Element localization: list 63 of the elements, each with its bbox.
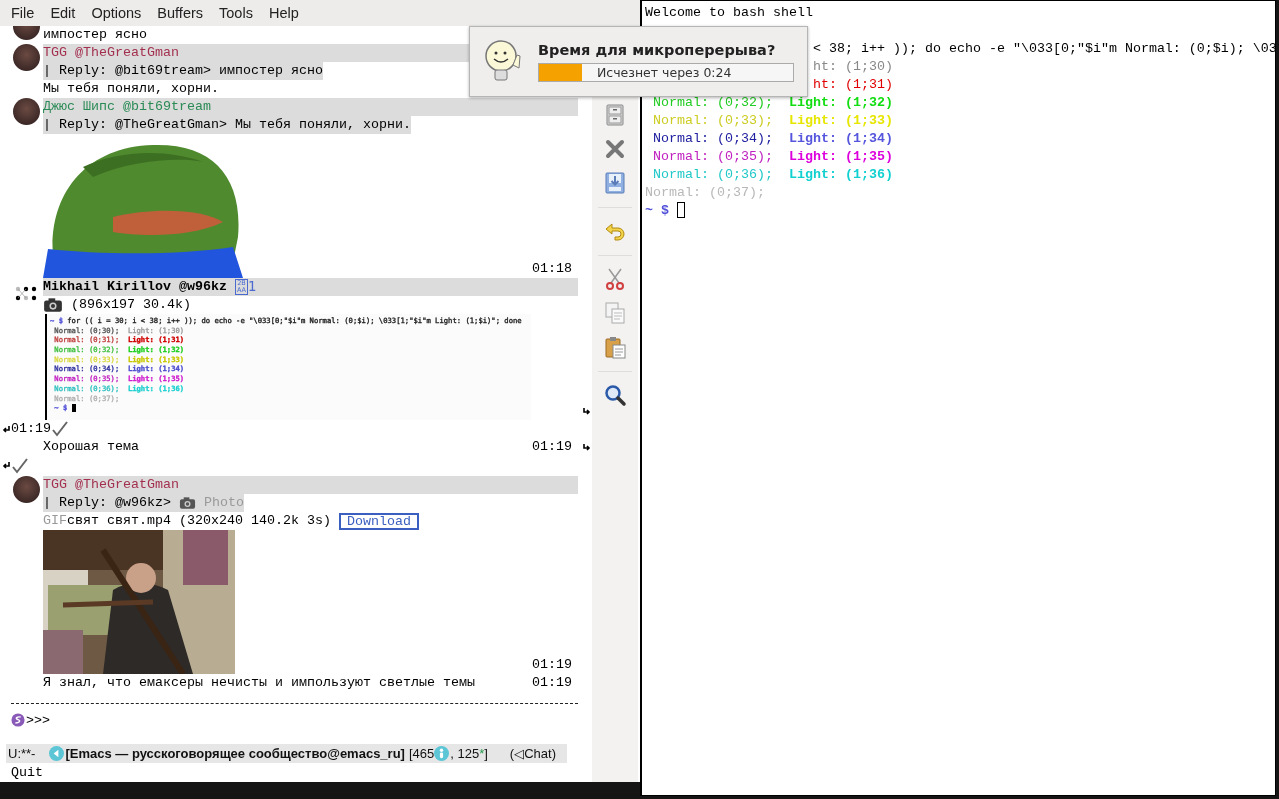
terminal-text: ht: (1;31) xyxy=(812,76,893,94)
message-time: 01:19 xyxy=(11,420,51,438)
terminal-text: Normal: (0;33); xyxy=(653,112,773,130)
menu-item[interactable]: Tools xyxy=(219,5,253,21)
check-icon xyxy=(12,458,28,474)
terminal-text: Normal: (0;34); xyxy=(653,130,773,148)
terminal-text: Welcome to bash shell xyxy=(645,4,813,22)
terminal-text: Normal: (0;35); xyxy=(653,148,773,166)
cabinet-icon[interactable] xyxy=(603,103,627,127)
terminal-text: Light: (1;32) xyxy=(788,94,893,112)
echo-message: Quit xyxy=(10,764,44,782)
shell-prompt: ~ $ xyxy=(645,202,669,220)
menu-item[interactable]: Options xyxy=(91,5,142,21)
message-text: Мы тебя поняли, хорни. xyxy=(43,80,219,98)
close-icon[interactable] xyxy=(603,137,627,161)
check-icon xyxy=(52,421,68,437)
terminal-text: Light: (1;36) xyxy=(788,166,893,184)
count-bracket: ] xyxy=(484,746,488,761)
unread-count: [465 xyxy=(408,746,435,761)
paste-icon[interactable] xyxy=(603,335,627,359)
popup-title: Время для микроперерыва? xyxy=(538,41,777,58)
media-label: Photo xyxy=(204,494,244,512)
sender-name: TGG @TheGreatGman xyxy=(43,476,179,494)
camera-icon xyxy=(179,496,196,510)
terminal-text: Normal: (0;37); xyxy=(645,184,765,202)
countdown-text: Исчезнет через 0:24 xyxy=(597,63,732,81)
attachment-info: (896x197 30.4k) xyxy=(71,296,191,314)
message-time: 01:19 xyxy=(532,674,572,692)
message-time: 01:19 xyxy=(532,438,572,456)
file-type: GIF xyxy=(43,512,67,530)
menu-item[interactable]: Buffers xyxy=(157,5,204,21)
sender-name: Mikhail Kirillov @w96kz xyxy=(43,278,227,296)
message-time: 01:19 xyxy=(532,656,572,674)
message-text: Я знал, что емаксеры нечисты и импользуют светлые темы xyxy=(43,674,475,692)
buffer-state: U:**- xyxy=(8,746,36,761)
terminal-text: Light: (1;33) xyxy=(788,112,893,130)
message-count: 1 xyxy=(248,278,257,296)
terminal-text: Normal: (0;36); xyxy=(653,166,773,184)
reply-quote: | Reply: @w96kz> xyxy=(43,494,171,512)
message-text: импостер ясно xyxy=(43,26,147,44)
search-icon[interactable] xyxy=(603,383,627,407)
terminal-text: Light: (1;35) xyxy=(788,148,893,166)
reply-quote: | Reply: @bit69tream> импостер ясно xyxy=(43,62,323,80)
camera-icon xyxy=(43,297,63,313)
sender-name: Джюс Шипс @bit69tream xyxy=(43,98,211,116)
terminal-text: Light: (1;34) xyxy=(788,130,893,148)
sender-name: TGG @TheGreatGman xyxy=(43,44,179,62)
menu-item[interactable]: File xyxy=(11,5,35,21)
buffer-name: [Emacs — русскоговорящее сообщество@emacs_ru] xyxy=(65,746,405,761)
mention-count: , 125 xyxy=(450,746,480,761)
reply-quote: | Reply: @TheGreatGman> Мы тебя поняли, хорни. xyxy=(43,116,411,134)
message-time: 01:18 xyxy=(532,260,572,278)
terminal-text: ht: (1;30) xyxy=(812,58,893,76)
major-mode: (◁Chat) xyxy=(509,746,556,761)
message-text: Хорошая тема xyxy=(43,438,139,456)
download-button[interactable]: Download xyxy=(338,512,419,530)
terminal-text: Normal: (0;32); xyxy=(653,94,773,112)
menu-item[interactable]: Edit xyxy=(50,5,76,21)
menu-item[interactable]: Help xyxy=(268,5,299,21)
save-icon[interactable] xyxy=(603,171,627,195)
scissors-icon[interactable] xyxy=(603,267,627,291)
file-info: свят свят.mp4 (320x240 140.2k 3s) xyxy=(67,512,331,530)
input-prompt: >>> xyxy=(26,712,50,728)
